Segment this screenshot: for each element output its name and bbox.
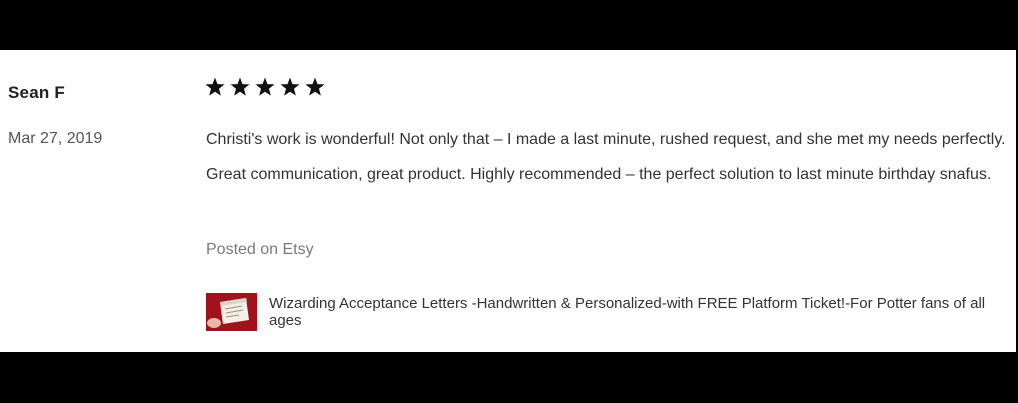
- review-card: Sean F Mar 27, 2019 Christi's work is wo…: [0, 50, 1016, 352]
- star-icon: [305, 77, 325, 96]
- star-icon: [205, 77, 225, 96]
- star-icon: [230, 77, 250, 96]
- product-thumbnail-icon[interactable]: [206, 293, 257, 331]
- review-date: Mar 27, 2019: [8, 130, 103, 147]
- review-text: Christi's work is wonderful! Not only th…: [206, 131, 1006, 183]
- reviewer-name: Sean F: [8, 83, 65, 102]
- star-rating: [205, 77, 325, 97]
- star-icon: [255, 77, 275, 96]
- product-title[interactable]: Wizarding Acceptance Letters -Handwritte…: [269, 295, 999, 329]
- star-icon: [280, 77, 300, 96]
- letterbox-frame: Sean F Mar 27, 2019 Christi's work is wo…: [0, 0, 1018, 403]
- review-source: Posted on Etsy: [206, 241, 314, 258]
- product-link[interactable]: Wizarding Acceptance Letters -Handwritte…: [206, 293, 1006, 333]
